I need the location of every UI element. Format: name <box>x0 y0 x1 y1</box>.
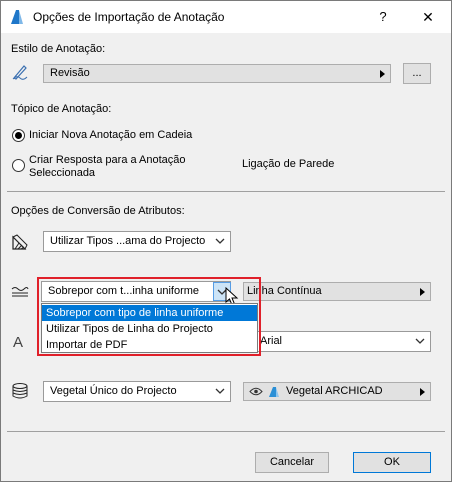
pen-conversion-value: Utilizar Tipos ...ama do Projecto <box>50 235 206 247</box>
chevron-down-icon <box>415 338 425 344</box>
annotation-pen-icon <box>12 65 28 80</box>
line-type-icon <box>11 287 29 297</box>
line-type-field[interactable]: Linha Contínua <box>243 282 431 301</box>
archicad-fill-icon <box>269 387 279 397</box>
pen-conversion-select[interactable]: Utilizar Tipos ...ama do Projecto <box>43 231 231 252</box>
font-value: Arial <box>260 335 283 347</box>
fill-conversion-select[interactable]: Vegetal Único do Projecto <box>43 381 231 402</box>
cancel-button[interactable]: Cancelar <box>255 452 329 473</box>
expand-arrow-icon <box>420 288 425 296</box>
footer-divider <box>7 431 445 432</box>
ok-button[interactable]: OK <box>353 452 431 473</box>
conversion-options-label: Opções de Conversão de Atributos: <box>11 205 185 217</box>
fill-field[interactable]: Vegetal ARCHICAD <box>243 382 431 401</box>
fill-layers-icon <box>12 383 28 399</box>
fill-field-value: Vegetal ARCHICAD <box>286 385 383 397</box>
window-title: Opções de Importação de Anotação <box>33 10 225 24</box>
title-bar: Opções de Importação de Anotação ? ✕ <box>1 1 451 33</box>
annotation-style-value: Revisão <box>50 67 90 79</box>
highlight-annotation-box <box>37 277 261 356</box>
section-divider <box>7 191 445 192</box>
radio-reply[interactable] <box>12 159 25 172</box>
radio-reply-label-line1[interactable]: Criar Resposta para a Anotação <box>29 154 186 166</box>
chevron-down-icon <box>215 388 225 394</box>
radio-reply-label-line2[interactable]: Seleccionada <box>29 167 95 179</box>
font-select[interactable]: Arial <box>243 331 431 352</box>
close-button[interactable]: ✕ <box>413 7 443 27</box>
font-icon: A <box>13 334 24 351</box>
archicad-app-icon <box>11 10 23 24</box>
import-annotation-dialog: Opções de Importação de Anotação ? ✕ Est… <box>0 0 452 482</box>
annotation-topic-label: Tópico de Anotação: <box>11 103 112 115</box>
chevron-down-icon <box>215 238 225 244</box>
radio-new-chain[interactable] <box>12 129 25 142</box>
browse-style-button[interactable]: ... <box>403 63 431 84</box>
help-button[interactable]: ? <box>369 7 397 27</box>
pen-color-icon <box>12 234 28 250</box>
expand-arrow-icon <box>380 70 385 78</box>
radio-new-chain-label[interactable]: Iniciar Nova Anotação em Cadeia <box>29 129 192 141</box>
fill-conversion-value: Vegetal Único do Projecto <box>50 385 177 397</box>
annotation-style-field[interactable]: Revisão <box>43 64 391 83</box>
expand-arrow-icon <box>420 388 425 396</box>
selected-annotation-link-label: Ligação de Parede <box>242 158 335 170</box>
eye-icon <box>249 387 263 396</box>
annotation-style-label: Estilo de Anotação: <box>11 43 106 55</box>
